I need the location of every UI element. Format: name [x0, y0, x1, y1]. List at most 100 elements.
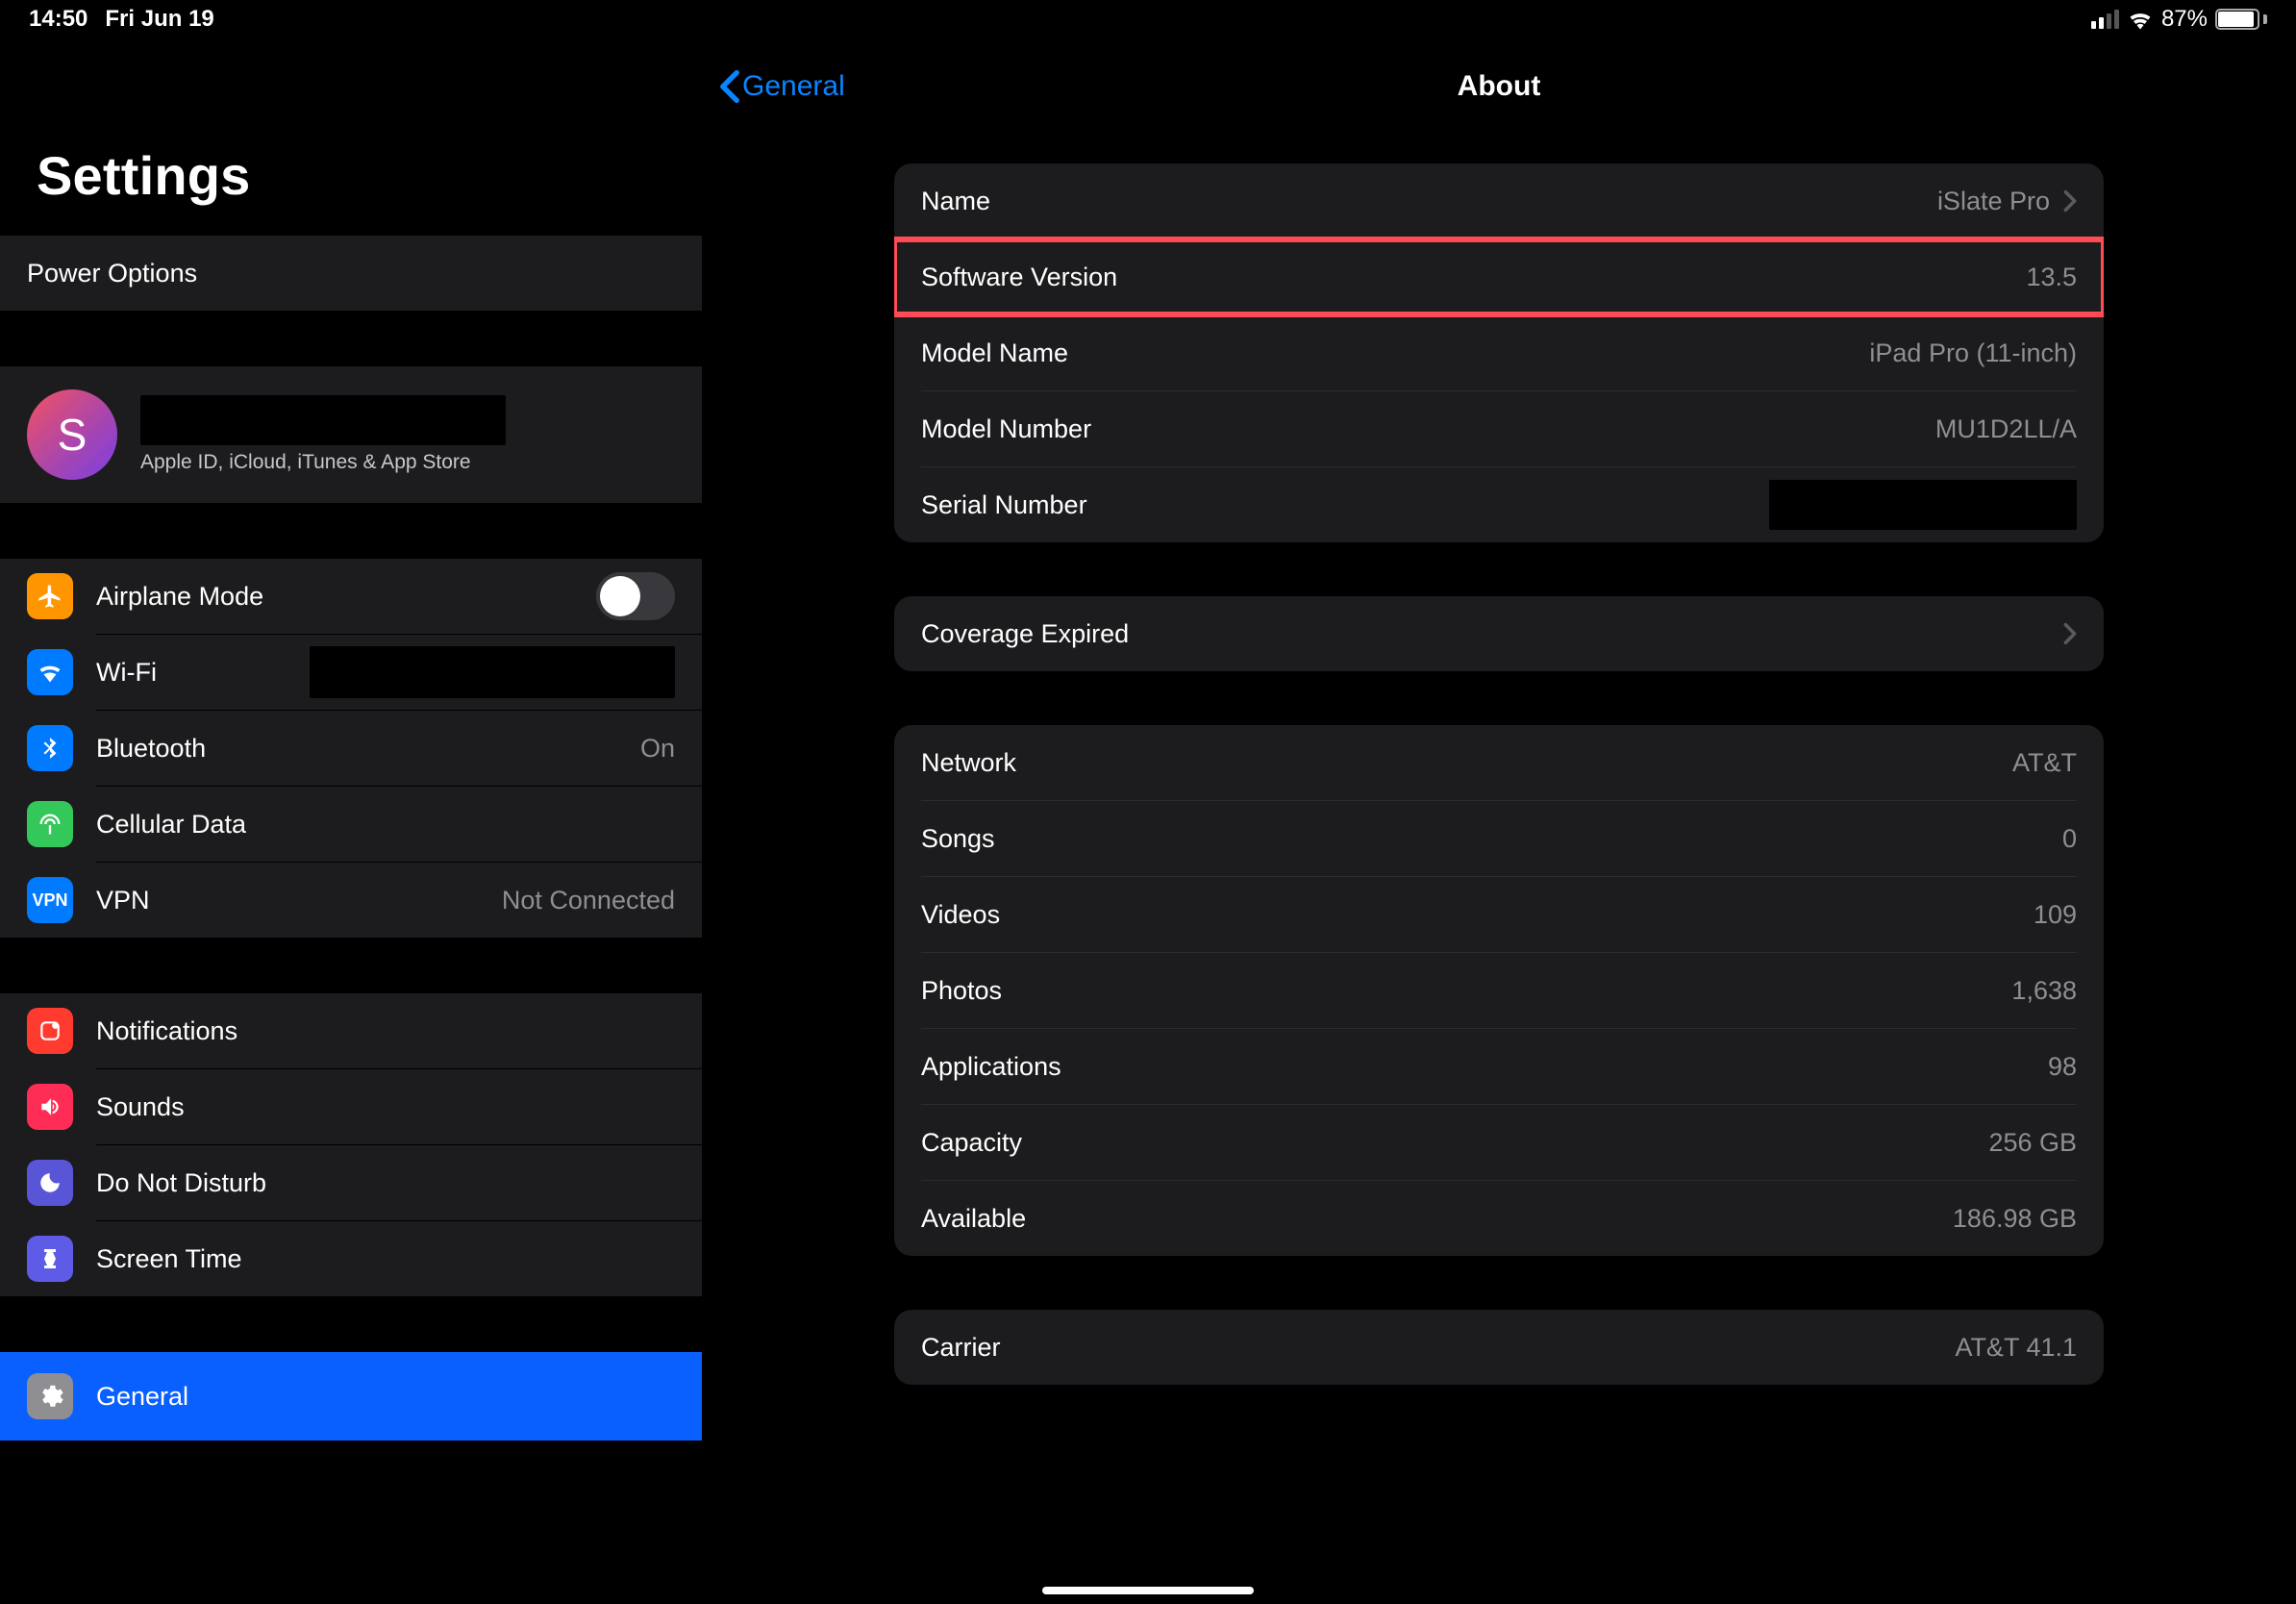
- sidebar-airplane-mode[interactable]: Airplane Mode: [0, 559, 702, 634]
- sidebar-cellular[interactable]: Cellular Data: [0, 787, 702, 862]
- about-group-storage: Network AT&T Songs 0 Videos 109 Photos 1…: [894, 725, 2104, 1256]
- row-videos-value: 109: [2034, 900, 2077, 930]
- wifi-icon: [27, 649, 73, 695]
- avatar-initial: S: [58, 409, 87, 461]
- chevron-right-icon: [2063, 622, 2077, 645]
- screentime-icon: [27, 1236, 73, 1282]
- row-songs[interactable]: Songs 0: [894, 801, 2104, 876]
- back-label: General: [742, 70, 845, 103]
- sidebar-power-options[interactable]: Power Options: [0, 236, 702, 311]
- status-date: Fri Jun 19: [105, 6, 213, 33]
- row-network[interactable]: Network AT&T: [894, 725, 2104, 800]
- row-photos-value: 1,638: [2011, 976, 2077, 1006]
- row-apps-label: Applications: [921, 1052, 1061, 1082]
- detail-content: Name iSlate Pro Software Version 13.5 Mo…: [702, 135, 2296, 1604]
- battery-icon: [2215, 9, 2267, 30]
- settings-app: Settings Power Options S Apple ID, iClou…: [0, 0, 2296, 1604]
- row-available[interactable]: Available 186.98 GB: [894, 1181, 2104, 1256]
- row-modelnum-label: Model Number: [921, 414, 1091, 444]
- row-network-value: AT&T: [2012, 748, 2077, 778]
- sidebar-general[interactable]: General: [0, 1352, 702, 1441]
- sidebar-vpn[interactable]: VPN VPN Not Connected: [0, 863, 702, 938]
- row-modelnum-value: MU1D2LL/A: [1935, 414, 2077, 444]
- row-photos[interactable]: Photos 1,638: [894, 953, 2104, 1028]
- detail-title: About: [702, 70, 2296, 103]
- row-modelname-label: Model Name: [921, 338, 1068, 368]
- row-available-label: Available: [921, 1204, 1026, 1234]
- avatar: S: [27, 389, 117, 480]
- gear-icon: [27, 1373, 73, 1419]
- general-label: General: [96, 1382, 188, 1412]
- home-indicator[interactable]: [1042, 1587, 1254, 1594]
- about-group-coverage: Coverage Expired: [894, 596, 2104, 671]
- row-capacity-label: Capacity: [921, 1128, 1022, 1158]
- row-name-value: iSlate Pro: [1937, 187, 2050, 216]
- battery-pct: 87%: [2161, 6, 2208, 33]
- bluetooth-icon: [27, 725, 73, 771]
- cellular-label: Cellular Data: [96, 810, 246, 840]
- vpn-value: Not Connected: [502, 886, 675, 915]
- vpn-label: VPN: [96, 886, 150, 915]
- row-coverage[interactable]: Coverage Expired: [894, 596, 2104, 671]
- row-serial-redacted: [1769, 480, 2077, 530]
- row-songs-label: Songs: [921, 824, 995, 854]
- wifi-status-icon: [2127, 9, 2154, 30]
- row-carrier[interactable]: Carrier AT&T 41.1: [894, 1310, 2104, 1385]
- status-time: 14:50: [29, 6, 87, 33]
- back-button[interactable]: General: [702, 69, 845, 104]
- account-subtitle: Apple ID, iCloud, iTunes & App Store: [140, 451, 506, 474]
- chevron-left-icon: [719, 69, 740, 104]
- row-serial-label: Serial Number: [921, 490, 1087, 520]
- wifi-label: Wi-Fi: [96, 658, 157, 688]
- row-photos-label: Photos: [921, 976, 1002, 1006]
- bluetooth-label: Bluetooth: [96, 734, 206, 764]
- bluetooth-value: On: [640, 734, 675, 764]
- row-name-label: Name: [921, 187, 990, 216]
- sidebar-screentime[interactable]: Screen Time: [0, 1221, 702, 1296]
- sidebar-wifi[interactable]: Wi-Fi: [0, 635, 702, 710]
- sidebar-dnd[interactable]: Do Not Disturb: [0, 1145, 702, 1220]
- account-texts: Apple ID, iCloud, iTunes & App Store: [140, 395, 506, 474]
- sidebar-sounds[interactable]: Sounds: [0, 1069, 702, 1144]
- dnd-icon: [27, 1160, 73, 1206]
- dnd-label: Do Not Disturb: [96, 1168, 266, 1198]
- screentime-label: Screen Time: [96, 1244, 242, 1274]
- sidebar: Settings Power Options S Apple ID, iClou…: [0, 0, 702, 1604]
- row-swver-label: Software Version: [921, 263, 1117, 292]
- airplane-icon: [27, 573, 73, 619]
- wifi-value-redacted: [310, 646, 675, 698]
- sounds-icon: [27, 1084, 73, 1130]
- row-capacity[interactable]: Capacity 256 GB: [894, 1105, 2104, 1180]
- row-modelname-value: iPad Pro (11-inch): [1869, 338, 2077, 368]
- row-coverage-label: Coverage Expired: [921, 619, 1129, 649]
- row-songs-value: 0: [2062, 824, 2077, 854]
- status-bar: 14:50 Fri Jun 19 87%: [0, 0, 2296, 38]
- cellular-signal-icon: [2091, 10, 2119, 29]
- airplane-toggle[interactable]: [596, 572, 675, 620]
- row-capacity-value: 256 GB: [1988, 1128, 2077, 1158]
- sidebar-notifications[interactable]: Notifications: [0, 993, 702, 1068]
- detail-header: General About: [702, 38, 2296, 135]
- about-group-device: Name iSlate Pro Software Version 13.5 Mo…: [894, 163, 2104, 542]
- power-options-label: Power Options: [27, 259, 197, 288]
- sidebar-bluetooth[interactable]: Bluetooth On: [0, 711, 702, 786]
- row-serial-number[interactable]: Serial Number: [894, 467, 2104, 542]
- row-network-label: Network: [921, 748, 1016, 778]
- account-name-redacted: [140, 395, 506, 445]
- row-carrier-label: Carrier: [921, 1333, 1001, 1363]
- row-name[interactable]: Name iSlate Pro: [894, 163, 2104, 238]
- chevron-right-icon: [2063, 189, 2077, 213]
- about-group-carrier: Carrier AT&T 41.1: [894, 1310, 2104, 1385]
- sidebar-apple-id[interactable]: S Apple ID, iCloud, iTunes & App Store: [0, 366, 702, 503]
- row-videos-label: Videos: [921, 900, 1000, 930]
- row-model-number[interactable]: Model Number MU1D2LL/A: [894, 391, 2104, 466]
- sounds-label: Sounds: [96, 1092, 185, 1122]
- notifications-label: Notifications: [96, 1016, 237, 1046]
- vpn-icon: VPN: [27, 877, 73, 923]
- row-model-name[interactable]: Model Name iPad Pro (11-inch): [894, 315, 2104, 390]
- detail-pane: General About Name iSlate Pro Software V…: [702, 0, 2296, 1604]
- row-apps[interactable]: Applications 98: [894, 1029, 2104, 1104]
- notifications-icon: [27, 1008, 73, 1054]
- row-videos[interactable]: Videos 109: [894, 877, 2104, 952]
- row-software-version[interactable]: Software Version 13.5: [894, 239, 2104, 314]
